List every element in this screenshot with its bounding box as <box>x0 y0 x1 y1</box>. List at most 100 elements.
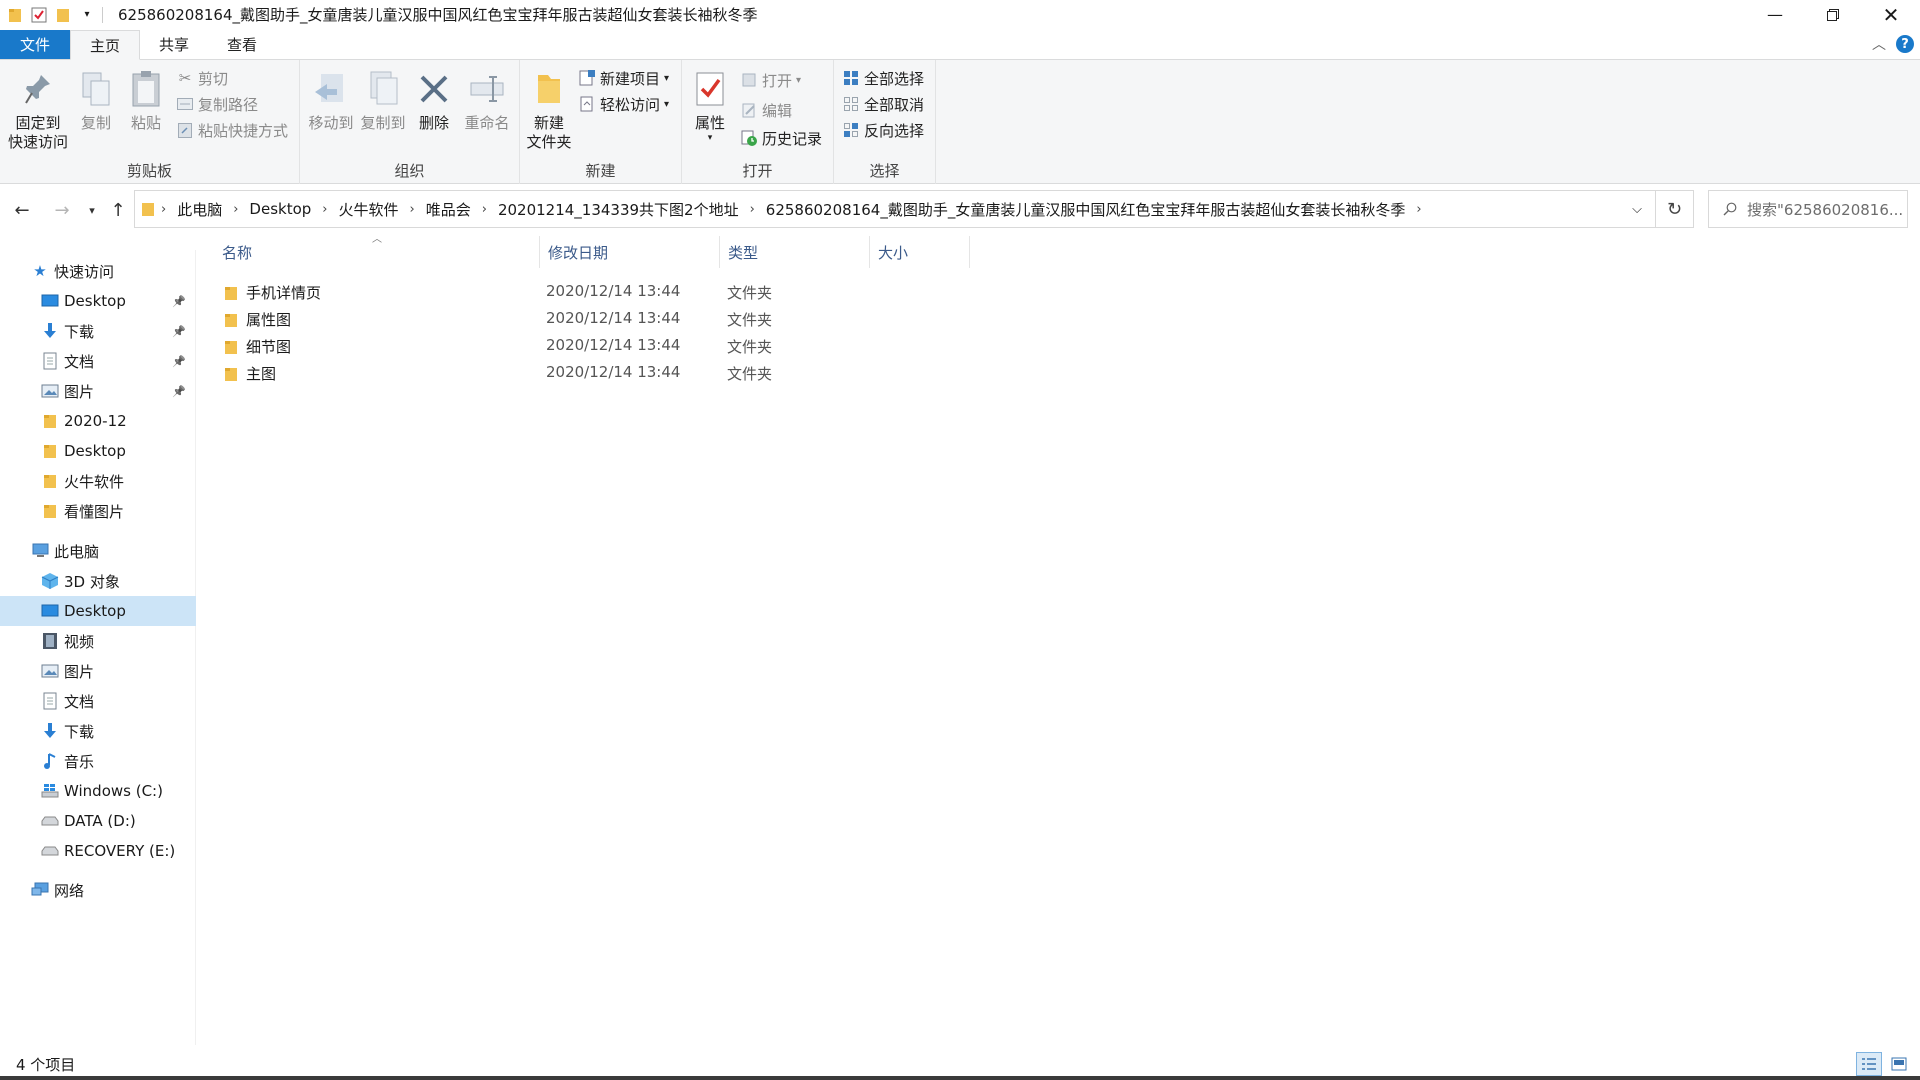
crumb-desktop[interactable]: Desktop <box>244 200 316 218</box>
chevron-right-icon[interactable]: › <box>1410 202 1427 217</box>
minimize-icon[interactable]: — <box>1746 0 1804 29</box>
clipboard-group-label: 剪贴板 <box>126 162 172 180</box>
sidebar-item-quick-0[interactable]: Desktop 📌 <box>0 286 196 316</box>
breadcrumb: › 此电脑 › Desktop › 火牛软件 › 唯品会 › 20201214_… <box>135 199 1428 220</box>
cut-button[interactable]: ✂ 剪切 <box>176 66 228 90</box>
crumb-huoniu[interactable]: 火牛软件 <box>334 199 404 220</box>
delete-icon <box>414 66 454 112</box>
sidebar-item-pc-5[interactable]: 下载 <box>0 716 196 746</box>
rename-button[interactable]: 重命名 <box>460 66 514 133</box>
refresh-icon[interactable]: ↻ <box>1656 190 1694 228</box>
sidebar-item-quick-3[interactable]: 图片 📌 <box>0 376 196 406</box>
edit-button[interactable]: 编辑 <box>740 98 792 122</box>
tab-home[interactable]: 主页 <box>70 30 141 60</box>
sidebar-item-pc-7[interactable]: Windows (C:) <box>0 776 196 806</box>
chevron-right-icon[interactable]: › <box>316 202 333 217</box>
chevron-right-icon[interactable]: › <box>476 202 493 217</box>
details-view-icon[interactable] <box>1856 1052 1882 1076</box>
sidebar-item-pc-9[interactable]: RECOVERY (E:) <box>0 836 196 866</box>
address-bar[interactable]: › 此电脑 › Desktop › 火牛软件 › 唯品会 › 20201214_… <box>134 190 1656 228</box>
new-item-button[interactable]: 新建项目 ▾ <box>578 66 669 90</box>
chevron-right-icon[interactable]: › <box>227 202 244 217</box>
crumb-vipshop[interactable]: 唯品会 <box>421 199 476 220</box>
nav-this-pc[interactable]: 此电脑 <box>0 536 196 566</box>
help-icon[interactable]: ? <box>1896 35 1914 53</box>
table-row[interactable]: 属性图 2020/12/14 13:44 文件夹 <box>214 305 774 332</box>
search-icon <box>1723 202 1737 216</box>
recent-locations-icon[interactable]: ▾ <box>80 198 104 222</box>
crumb-this-pc[interactable]: 此电脑 <box>172 199 227 220</box>
new-folder-quick-icon[interactable] <box>54 6 72 24</box>
paste-shortcut-button[interactable]: 粘贴快捷方式 <box>176 118 288 142</box>
folder-icon <box>6 6 24 24</box>
copy-button[interactable]: 复制 <box>76 66 116 133</box>
nav-quick-access[interactable]: ★ 快速访问 <box>0 256 196 286</box>
delete-label: 删除 <box>418 114 449 132</box>
large-icons-view-icon[interactable] <box>1886 1052 1912 1076</box>
customize-dropdown-icon[interactable]: ▾ <box>78 6 96 24</box>
sidebar-item-pc-2[interactable]: 视频 <box>0 626 196 656</box>
easy-access-button[interactable]: 轻松访问 ▾ <box>578 92 669 116</box>
sidebar-item-quick-7[interactable]: 看懂图片 <box>0 496 196 526</box>
chevron-right-icon[interactable]: › <box>155 202 172 217</box>
paste-button[interactable]: 粘贴 <box>126 66 166 133</box>
tab-share[interactable]: 共享 <box>140 30 208 59</box>
tab-file[interactable]: 文件 <box>0 30 70 59</box>
maximize-icon[interactable] <box>1804 0 1862 29</box>
delete-button[interactable]: 删除 <box>414 66 454 133</box>
open-button[interactable]: 打开 ▾ <box>740 68 801 92</box>
close-icon[interactable]: ✕ <box>1862 0 1920 29</box>
sidebar-item-quick-2[interactable]: 文档 📌 <box>0 346 196 376</box>
sidebar-item-pc-1[interactable]: Desktop <box>0 596 196 626</box>
nav-network-label: 网络 <box>54 881 85 900</box>
table-row[interactable]: 手机详情页 2020/12/14 13:44 文件夹 <box>214 278 774 305</box>
new-folder-button[interactable]: 新建 文件夹 <box>524 66 574 152</box>
collapse-ribbon-icon[interactable]: ︿ <box>1872 34 1886 54</box>
new-folder-label-2: 文件夹 <box>526 133 572 151</box>
sidebar-item-label: 文档 <box>64 692 95 711</box>
sidebar-item-pc-6[interactable]: 音乐 <box>0 746 196 776</box>
table-row[interactable]: 细节图 2020/12/14 13:44 文件夹 <box>214 332 774 359</box>
sidebar-item-quick-4[interactable]: 2020-12 <box>0 406 196 436</box>
copy-to-button[interactable]: 复制到 <box>358 66 408 133</box>
table-row[interactable]: 主图 2020/12/14 13:44 文件夹 <box>214 359 774 386</box>
column-header-type[interactable]: 类型 <box>720 236 870 268</box>
forward-icon[interactable]: → <box>50 198 74 222</box>
column-header-size[interactable]: 大小 <box>870 236 970 268</box>
crumb-batch[interactable]: 20201214_134339共下图2个地址 <box>493 199 744 220</box>
properties-quick-icon[interactable] <box>30 6 48 24</box>
sidebar-item-pc-3[interactable]: 图片 <box>0 656 196 686</box>
invert-selection-button[interactable]: 反向选择 <box>842 118 924 142</box>
nav-network[interactable]: 网络 <box>0 875 196 905</box>
pin-quick-access-button[interactable]: 固定到 快速访问 <box>8 66 68 152</box>
crumb-current[interactable]: 625860208164_戴图助手_女童唐装儿童汉服中国风红色宝宝拜年服古装超仙… <box>761 199 1411 220</box>
chevron-right-icon[interactable]: › <box>404 202 421 217</box>
sidebar-item-pc-4[interactable]: 文档 <box>0 686 196 716</box>
move-to-button[interactable]: 移动到 <box>306 66 356 133</box>
column-header-date[interactable]: 修改日期 <box>540 236 720 268</box>
sidebar-item-quick-6[interactable]: 火牛软件 <box>0 466 196 496</box>
file-name-cell: 细节图 <box>224 336 291 357</box>
search-input[interactable]: 搜索"62586020816... <box>1708 190 1908 228</box>
tab-view[interactable]: 查看 <box>208 30 276 59</box>
sidebar-item-label: 图片 <box>64 662 95 681</box>
sidebar-item-quick-1[interactable]: 下载 📌 <box>0 316 196 346</box>
sidebar-item-pc-8[interactable]: DATA (D:) <box>0 806 196 836</box>
back-icon[interactable]: ← <box>10 198 34 222</box>
sidebar-item-quick-5[interactable]: Desktop <box>0 436 196 466</box>
chevron-right-icon[interactable]: › <box>744 202 761 217</box>
select-all-button[interactable]: 全部选择 <box>842 66 924 90</box>
history-button[interactable]: 历史记录 <box>740 126 822 150</box>
sidebar-item-pc-0[interactable]: 3D 对象 <box>0 566 196 596</box>
column-header-name[interactable]: 名称 <box>214 236 540 268</box>
properties-button[interactable]: 属性 ▾ <box>686 66 734 143</box>
file-name: 属性图 <box>246 311 292 329</box>
clipboard-group: 固定到 快速访问 复制 粘贴 ✂ 剪切 复制路径 粘贴快捷方式 剪贴板 <box>0 60 300 184</box>
copy-path-button[interactable]: 复制路径 <box>176 92 258 116</box>
address-dropdown-icon[interactable]: ⌵ <box>1619 191 1655 227</box>
music-icon <box>40 751 60 771</box>
drive-icon <box>40 841 60 861</box>
new-item-dropdown-icon: ▾ <box>664 72 670 84</box>
up-icon[interactable]: ↑ <box>106 198 130 222</box>
select-none-button[interactable]: 全部取消 <box>842 92 924 116</box>
